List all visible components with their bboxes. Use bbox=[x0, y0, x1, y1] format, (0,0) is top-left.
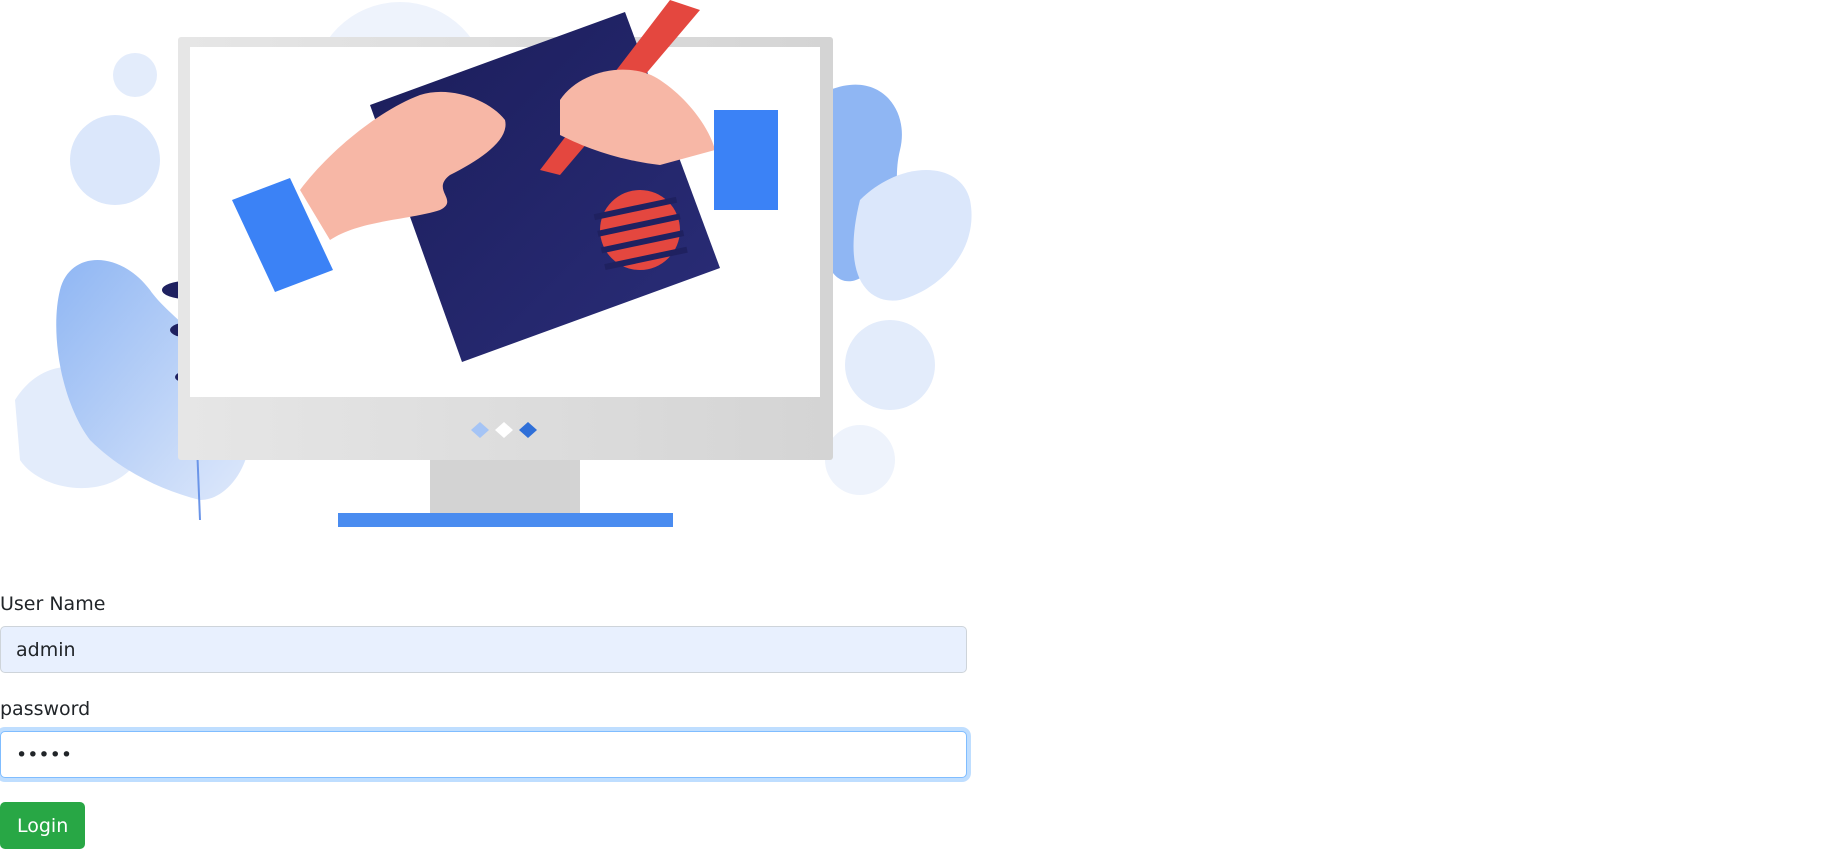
leaf-shape bbox=[825, 425, 895, 495]
password-label: password bbox=[0, 698, 91, 720]
username-label: User Name bbox=[0, 593, 106, 615]
username-input[interactable] bbox=[0, 626, 967, 673]
leaf-shape bbox=[70, 115, 160, 205]
monitor-neck bbox=[430, 460, 580, 516]
leaf-shape bbox=[113, 53, 157, 97]
login-form: User Name password Login bbox=[0, 590, 967, 849]
leaf-shape bbox=[845, 320, 935, 410]
computer-illustration bbox=[15, 0, 972, 527]
login-page: User Name password Login bbox=[0, 0, 1826, 856]
login-button[interactable]: Login bbox=[0, 802, 86, 849]
monitor-base bbox=[338, 513, 673, 527]
password-input[interactable] bbox=[0, 731, 967, 778]
hero-illustration bbox=[0, 0, 990, 530]
